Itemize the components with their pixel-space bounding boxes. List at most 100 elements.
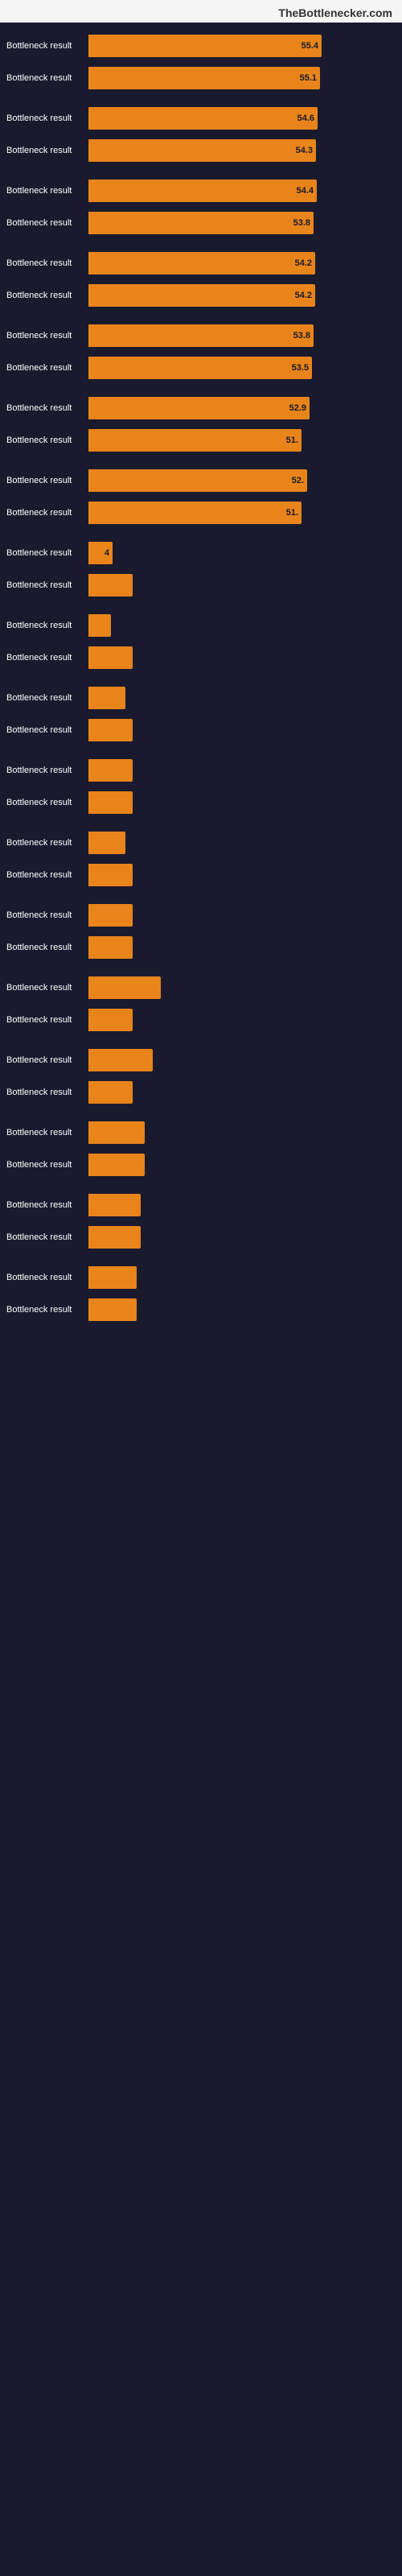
bar-fill <box>88 904 133 927</box>
bar-label: Bottleneck result <box>0 1160 88 1170</box>
bar-fill: 53.8 <box>88 212 314 234</box>
bar-label: Bottleneck result <box>0 1088 88 1097</box>
bar-row: Bottleneck result <box>0 787 402 818</box>
bar-row: Bottleneck result <box>0 1190 402 1220</box>
bar-row: Bottleneck result54.4 <box>0 175 402 206</box>
bar-wrapper <box>88 1049 402 1071</box>
bar-label: Bottleneck result <box>0 766 88 775</box>
bar-label: Bottleneck result <box>0 363 88 373</box>
bar-value: 4 <box>105 548 109 558</box>
bar-fill: 53.8 <box>88 324 314 347</box>
bar-wrapper: 53.5 <box>88 357 402 379</box>
bar-fill <box>88 1154 145 1176</box>
bar-label: Bottleneck result <box>0 1128 88 1137</box>
bar-row: Bottleneck result <box>0 1222 402 1253</box>
bar-wrapper <box>88 1298 402 1321</box>
bar-label: Bottleneck result <box>0 1200 88 1210</box>
bar-fill: 54.3 <box>88 139 316 162</box>
bar-row: Bottleneck result53.8 <box>0 208 402 238</box>
bar-label: Bottleneck result <box>0 983 88 993</box>
bar-label: Bottleneck result <box>0 436 88 445</box>
bar-label: Bottleneck result <box>0 910 88 920</box>
bar-value: 52. <box>292 476 304 485</box>
bar-wrapper: 53.8 <box>88 212 402 234</box>
bar-wrapper: 51. <box>88 502 402 524</box>
bar-wrapper: 55.1 <box>88 67 402 89</box>
bar-wrapper: 54.2 <box>88 252 402 275</box>
bar-label: Bottleneck result <box>0 1305 88 1315</box>
bar-row: Bottleneck result55.1 <box>0 63 402 93</box>
bar-label: Bottleneck result <box>0 114 88 123</box>
bar-label: Bottleneck result <box>0 291 88 300</box>
bar-row: Bottleneck result <box>0 683 402 713</box>
bar-wrapper: 51. <box>88 429 402 452</box>
bar-wrapper <box>88 791 402 814</box>
bar-fill <box>88 791 133 814</box>
bar-row: Bottleneck result <box>0 1117 402 1148</box>
bar-fill <box>88 1049 153 1071</box>
bar-value: 51. <box>286 436 298 445</box>
bar-wrapper <box>88 1009 402 1031</box>
bar-fill <box>88 1266 137 1289</box>
bar-fill: 54.2 <box>88 284 315 307</box>
bar-label: Bottleneck result <box>0 621 88 630</box>
bar-fill <box>88 832 125 854</box>
bar-wrapper <box>88 832 402 854</box>
bar-row: Bottleneck result <box>0 715 402 745</box>
bar-row: Bottleneck result54.3 <box>0 135 402 166</box>
bar-value: 54.6 <box>297 114 314 123</box>
bar-fill <box>88 574 133 597</box>
bar-fill <box>88 1121 145 1144</box>
bar-row: Bottleneck result <box>0 1262 402 1293</box>
bar-fill <box>88 687 125 709</box>
bar-fill <box>88 1194 141 1216</box>
bar-fill: 53.5 <box>88 357 312 379</box>
bar-label: Bottleneck result <box>0 331 88 341</box>
bar-wrapper <box>88 614 402 637</box>
bar-fill <box>88 1226 141 1249</box>
bar-label: Bottleneck result <box>0 1055 88 1065</box>
bar-row: Bottleneck result <box>0 828 402 858</box>
bar-label: Bottleneck result <box>0 693 88 703</box>
bar-wrapper: 53.8 <box>88 324 402 347</box>
bar-wrapper: 52. <box>88 469 402 492</box>
bar-row: Bottleneck result <box>0 642 402 673</box>
bar-wrapper: 54.4 <box>88 180 402 202</box>
header: TheBottlenecker.com <box>0 0 402 23</box>
bar-label: Bottleneck result <box>0 186 88 196</box>
bar-row: Bottleneck result 54.6 <box>0 103 402 134</box>
bar-fill <box>88 759 133 782</box>
bar-wrapper <box>88 574 402 597</box>
bar-wrapper <box>88 1154 402 1176</box>
bar-fill <box>88 864 133 886</box>
bar-row: Bottleneck result <box>0 610 402 641</box>
bar-label: Bottleneck result <box>0 798 88 807</box>
bar-label: Bottleneck result <box>0 508 88 518</box>
bar-label: Bottleneck result <box>0 258 88 268</box>
bar-row: Bottleneck result <box>0 860 402 890</box>
bar-row: Bottleneck result52.9 <box>0 393 402 423</box>
bar-row: Bottleneck result <box>0 755 402 786</box>
bar-label: Bottleneck result <box>0 1015 88 1025</box>
bar-wrapper <box>88 719 402 741</box>
bar-wrapper: 54.2 <box>88 284 402 307</box>
bar-row: Bottleneck result53.8 <box>0 320 402 351</box>
bar-value: 55.1 <box>300 73 317 83</box>
bar-value: 53.5 <box>292 363 309 373</box>
bar-fill: 52. <box>88 469 307 492</box>
bar-fill: 54.6 <box>88 107 318 130</box>
bar-label: Bottleneck result <box>0 1232 88 1242</box>
bar-row: Bottleneck result <box>0 1045 402 1075</box>
bar-row: Bottleneck result52. <box>0 465 402 496</box>
bar-row: Bottleneck result 51. <box>0 425 402 456</box>
bar-wrapper: 4 <box>88 542 402 564</box>
bar-label: Bottleneck result <box>0 41 88 51</box>
bar-value: 54.2 <box>295 291 312 300</box>
bar-wrapper <box>88 864 402 886</box>
bar-value: 55.4 <box>302 41 318 51</box>
bar-label: Bottleneck result <box>0 653 88 663</box>
bar-value: 54.3 <box>296 146 313 155</box>
bar-label: Bottleneck result <box>0 943 88 952</box>
bar-fill <box>88 719 133 741</box>
bar-value: 52.9 <box>289 403 306 413</box>
